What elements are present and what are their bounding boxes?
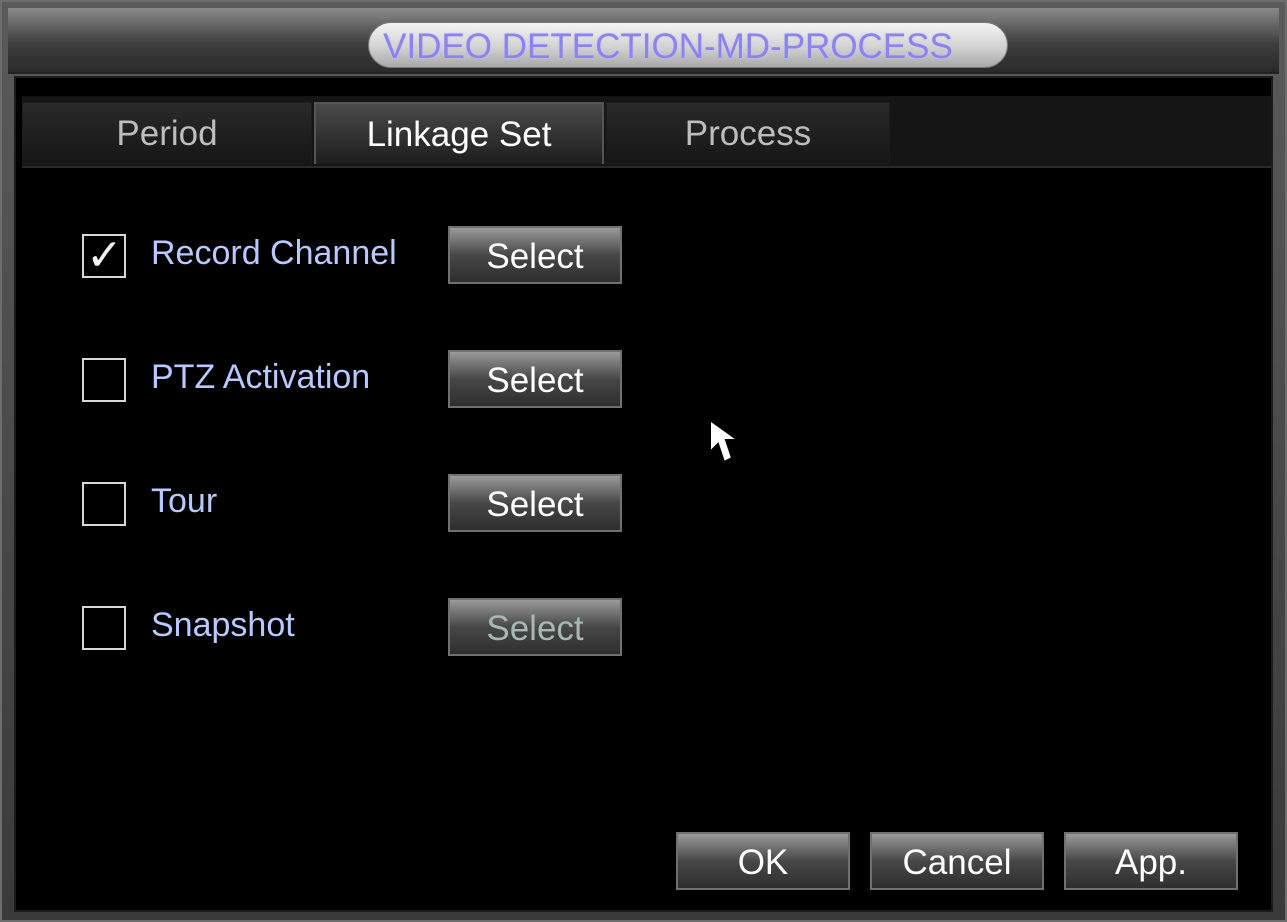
window-title: VIDEO DETECTION-MD-PROCESS xyxy=(383,27,953,66)
ok-button[interactable]: OK xyxy=(676,832,850,890)
tour-select-button[interactable]: Select xyxy=(448,474,622,532)
title-bar: VIDEO DETECTION-MD-PROCESS xyxy=(8,8,1279,74)
tour-label: Tour xyxy=(151,482,218,520)
dialog-window: VIDEO DETECTION-MD-PROCESS Period Linkag… xyxy=(0,0,1287,922)
ptz-activation-label: PTZ Activation xyxy=(151,358,371,396)
cancel-button[interactable]: Cancel xyxy=(870,832,1044,890)
mouse-pointer-icon xyxy=(709,418,742,464)
tab-process[interactable]: Process xyxy=(606,102,890,164)
record-channel-checkbox[interactable]: ✓ xyxy=(82,231,126,280)
tab-bar: Period Linkage Set Process xyxy=(22,96,1271,168)
tab-linkage-set[interactable]: Linkage Set xyxy=(314,102,604,164)
ptz-activation-select-button[interactable]: Select xyxy=(448,350,622,408)
apply-button[interactable]: App. xyxy=(1064,832,1238,890)
checkmark-icon: ✓ xyxy=(86,231,123,280)
snapshot-label: Snapshot xyxy=(151,606,295,644)
snapshot-select-button: Select xyxy=(448,598,622,656)
ptz-activation-checkbox[interactable] xyxy=(82,358,126,402)
record-channel-label: Record Channel xyxy=(151,234,397,272)
content-panel: Period Linkage Set Process ✓ Record Chan… xyxy=(14,76,1273,912)
tour-checkbox[interactable] xyxy=(82,482,126,526)
snapshot-checkbox[interactable] xyxy=(82,606,126,650)
record-channel-select-button[interactable]: Select xyxy=(448,226,622,284)
tab-period[interactable]: Period xyxy=(22,102,312,164)
